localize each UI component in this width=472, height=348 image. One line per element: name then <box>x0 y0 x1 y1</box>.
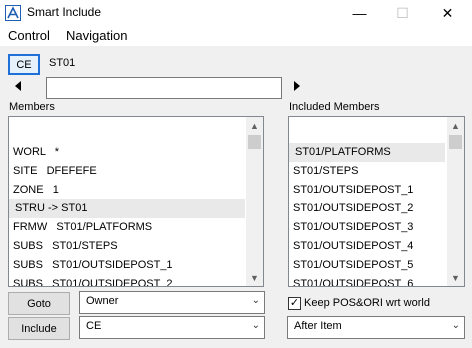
scroll-down-icon[interactable]: ▼ <box>246 269 263 286</box>
list-item[interactable]: ST01/OUTSIDEPOST_5 <box>293 256 443 275</box>
list-item[interactable]: ZONE 1 <box>13 181 245 200</box>
scroll-thumb[interactable] <box>248 135 261 149</box>
list-item[interactable]: ST01/OUTSIDEPOST_6 <box>293 275 443 286</box>
chevron-down-icon: ⌄ <box>251 320 260 331</box>
list-item[interactable] <box>293 117 443 136</box>
position-combo-value: After Item <box>294 320 342 332</box>
list-item[interactable]: ST01/OUTSIDEPOST_2 <box>293 199 443 218</box>
keep-pos-ori-checkbox[interactable]: ✓ <box>288 297 301 310</box>
list-item[interactable]: ST01/OUTSIDEPOST_1 <box>293 181 443 200</box>
goto-combo[interactable]: Owner ⌄ <box>79 291 265 314</box>
included-scrollbar[interactable]: ▲ ▼ <box>447 117 464 286</box>
maximize-button[interactable]: ☐ <box>380 0 425 26</box>
current-element-label: ST01 <box>49 57 76 69</box>
goto-combo-value: Owner <box>86 295 119 307</box>
chevron-down-icon: ⌄ <box>451 320 460 331</box>
include-button[interactable]: Include <box>8 317 70 340</box>
previous-arrow-icon[interactable] <box>15 81 21 91</box>
list-item[interactable]: FRMW ST01/PLATFORMS <box>13 218 245 237</box>
members-scrollbar[interactable]: ▲ ▼ <box>246 117 263 286</box>
list-item[interactable]: WORL * <box>13 143 245 162</box>
app-logo-icon <box>5 5 21 21</box>
position-combo[interactable]: After Item ⌄ <box>287 316 465 339</box>
list-item[interactable]: SUBS ST01/OUTSIDEPOST_2 <box>13 275 245 286</box>
menu-control[interactable]: Control <box>8 28 50 43</box>
list-item[interactable]: SUBS ST01/STEPS <box>13 237 245 256</box>
list-item[interactable]: ST01/STEPS <box>293 162 443 181</box>
list-item[interactable]: ST01/OUTSIDEPOST_4 <box>293 237 443 256</box>
close-button[interactable]: ✕ <box>425 0 470 26</box>
goto-button[interactable]: Goto <box>8 292 70 315</box>
included-members-label: Included Members <box>289 101 380 113</box>
scroll-down-icon[interactable]: ▼ <box>447 269 464 286</box>
navigation-input[interactable] <box>46 77 282 99</box>
scroll-up-icon[interactable]: ▲ <box>246 117 263 134</box>
keep-pos-ori-label: Keep POS&ORI wrt world <box>304 297 430 309</box>
included-members-list[interactable]: ST01/PLATFORMS ST01/STEPS ST01/OUTSIDEPO… <box>288 116 465 287</box>
include-combo[interactable]: CE ⌄ <box>79 316 265 339</box>
menu-navigation[interactable]: Navigation <box>66 28 127 43</box>
members-label: Members <box>9 101 55 113</box>
chevron-down-icon: ⌄ <box>251 295 260 306</box>
list-item[interactable]: SITE DFEFEFE <box>13 162 245 181</box>
list-item-selected[interactable]: STRU -> ST01 <box>9 199 245 218</box>
window-title: Smart Include <box>27 5 102 19</box>
scroll-thumb[interactable] <box>449 135 462 149</box>
members-list[interactable]: WORL * SITE DFEFEFE ZONE 1 STRU -> ST01 … <box>8 116 264 287</box>
minimize-button[interactable]: — <box>337 0 382 26</box>
include-combo-value: CE <box>86 320 102 332</box>
list-item-selected[interactable]: ST01/PLATFORMS <box>289 143 445 162</box>
next-arrow-icon[interactable] <box>294 81 300 91</box>
list-item[interactable]: ST01/OUTSIDEPOST_3 <box>293 218 443 237</box>
ce-button[interactable]: CE <box>8 54 40 75</box>
list-item[interactable] <box>13 117 245 136</box>
list-item[interactable]: SUBS ST01/OUTSIDEPOST_1 <box>13 256 245 275</box>
scroll-up-icon[interactable]: ▲ <box>447 117 464 134</box>
